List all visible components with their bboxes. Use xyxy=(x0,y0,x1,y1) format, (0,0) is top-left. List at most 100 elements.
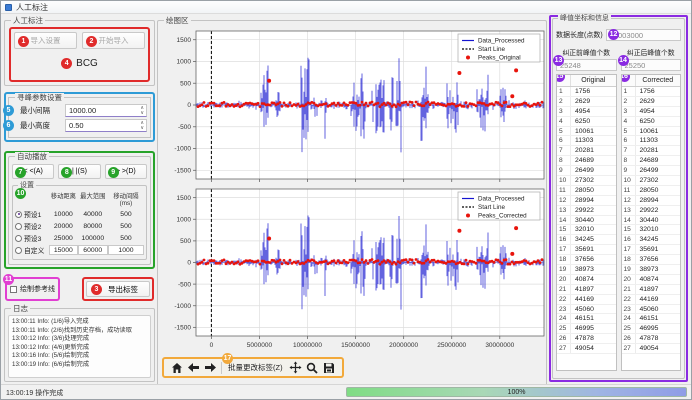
table-row[interactable]: 1837656 xyxy=(557,255,616,265)
start-import-button[interactable]: 2 开始导入 xyxy=(82,32,145,49)
table-row[interactable]: 1634245 xyxy=(622,235,681,245)
step-back-button[interactable]: 7 < <(A) xyxy=(12,164,54,179)
table-row[interactable]: 22629 xyxy=(557,97,616,107)
table-row[interactable]: 1735691 xyxy=(622,245,681,255)
spin-down-icon[interactable]: ∨ xyxy=(140,126,144,131)
table-row[interactable]: 2141897 xyxy=(622,285,681,295)
table-row[interactable]: 720281 xyxy=(557,146,616,156)
table-row[interactable]: 1532010 xyxy=(557,225,616,235)
pan-icon[interactable] xyxy=(289,361,302,374)
preset-radio[interactable] xyxy=(15,235,22,242)
table-row[interactable]: 611303 xyxy=(622,136,681,146)
preset-custom-input[interactable]: 60000 xyxy=(78,245,108,255)
row-value: 26499 xyxy=(571,166,616,175)
table-row[interactable]: 34954 xyxy=(622,107,681,117)
reference-line-checkbox[interactable] xyxy=(10,286,17,293)
table-row[interactable]: 1938973 xyxy=(622,265,681,275)
table-row[interactable]: 1634245 xyxy=(557,235,616,245)
table-row[interactable]: 720281 xyxy=(622,146,681,156)
chart-top[interactable]: 150010005000-500-1000-1500Data_Processed… xyxy=(160,26,552,184)
table-row[interactable]: 1128050 xyxy=(557,186,616,196)
step-forward-button[interactable]: 9 > >(D) xyxy=(105,164,147,179)
forward-icon[interactable] xyxy=(204,361,217,374)
svg-text:0: 0 xyxy=(187,260,191,267)
table-row[interactable]: 1532010 xyxy=(622,225,681,235)
table-row[interactable]: 1430440 xyxy=(557,216,616,226)
home-icon[interactable] xyxy=(170,361,183,374)
table-row[interactable]: 926499 xyxy=(622,166,681,176)
table-row[interactable]: 2446151 xyxy=(557,314,616,324)
corrected-table[interactable]: 16 Corrected1175622629349544625051006161… xyxy=(621,74,682,371)
table-row[interactable]: 11756 xyxy=(622,87,681,97)
row-index: 18 xyxy=(622,255,636,264)
table-row[interactable]: 510061 xyxy=(557,127,616,137)
table-row[interactable]: 824689 xyxy=(622,156,681,166)
chart-bottom[interactable]: 150010005000-500-1000-150005000000100000… xyxy=(160,184,552,354)
spin-down-icon[interactable]: ∨ xyxy=(140,111,144,116)
table-row[interactable]: 926499 xyxy=(557,166,616,176)
table-row[interactable]: 2749054 xyxy=(557,344,616,354)
preset-radio[interactable] xyxy=(15,247,22,254)
table-row[interactable]: 2244169 xyxy=(557,295,616,305)
table-row[interactable]: 1228994 xyxy=(557,196,616,206)
table-row[interactable]: 11756 xyxy=(557,87,616,97)
table-row[interactable]: 1027302 xyxy=(557,176,616,186)
original-column: 纠正前峰值个数 13 25248 15 Original117562262934… xyxy=(556,47,617,371)
row-value: 30440 xyxy=(571,216,616,225)
pause-button[interactable]: 8 | |(S) xyxy=(58,164,100,179)
row-index: 4 xyxy=(622,117,636,126)
badge-2: 2 xyxy=(86,36,97,47)
preset-label: 预设3 xyxy=(24,233,41,243)
row-value: 6250 xyxy=(636,117,681,126)
export-labels-label: 导出标签 xyxy=(108,284,138,295)
batch-edit-labels-button[interactable]: 17 批量更改标签(Z) xyxy=(226,362,285,373)
log-line: 13:00:11 Info: (1/6)导入完成 xyxy=(12,318,147,327)
table-row[interactable]: 2647878 xyxy=(557,334,616,344)
table-row[interactable]: 1735691 xyxy=(557,245,616,255)
table-row[interactable]: 1027302 xyxy=(622,176,681,186)
svg-text:30000000: 30000000 xyxy=(485,342,514,349)
log-lines[interactable]: 13:00:11 Info: (1/6)导入完成13:00:11 Info: (… xyxy=(8,315,151,378)
table-row[interactable]: 1329922 xyxy=(557,206,616,216)
table-row[interactable]: 1430440 xyxy=(622,216,681,226)
preset-custom-input[interactable]: 1000 xyxy=(108,245,144,255)
min-interval-spinbox[interactable]: 1000.00 ∧∨ xyxy=(65,104,147,117)
table-row[interactable]: 2546995 xyxy=(557,324,616,334)
table-row[interactable]: 1128050 xyxy=(622,186,681,196)
table-row[interactable]: 2345060 xyxy=(557,305,616,315)
table-row[interactable]: 510061 xyxy=(622,127,681,137)
min-height-spinbox[interactable]: 0.50 ∧∨ xyxy=(65,119,147,132)
preset-radio[interactable] xyxy=(15,223,22,230)
step-back-label: < <(A) xyxy=(23,168,42,175)
table-row[interactable]: 2244169 xyxy=(622,295,681,305)
preset-radio[interactable] xyxy=(15,211,22,218)
table-row[interactable]: 2040874 xyxy=(557,275,616,285)
row-index: 19 xyxy=(622,265,636,274)
table-row[interactable]: 34954 xyxy=(557,107,616,117)
table-row[interactable]: 2749054 xyxy=(622,344,681,354)
step-forward-label: > >(D) xyxy=(116,168,136,175)
table-row[interactable]: 2040874 xyxy=(622,275,681,285)
table-row[interactable]: 1228994 xyxy=(622,196,681,206)
table-row[interactable]: 46250 xyxy=(622,117,681,127)
table-row[interactable]: 22629 xyxy=(622,97,681,107)
back-icon[interactable] xyxy=(187,361,200,374)
table-row[interactable]: 824689 xyxy=(557,156,616,166)
table-row[interactable]: 2141897 xyxy=(557,285,616,295)
export-labels-button[interactable]: 3 导出标签 xyxy=(86,281,150,297)
original-table[interactable]: 15 Original11756226293495446250510061611… xyxy=(556,74,617,371)
table-row[interactable]: 2446151 xyxy=(622,314,681,324)
table-row[interactable]: 2647878 xyxy=(622,334,681,344)
import-settings-button[interactable]: 1 导入设置 xyxy=(14,32,77,49)
preset-custom-input[interactable]: 15000 xyxy=(49,245,78,255)
table-row[interactable]: 1837656 xyxy=(622,255,681,265)
table-row[interactable]: 611303 xyxy=(557,136,616,146)
table-row[interactable]: 1938973 xyxy=(557,265,616,275)
zoom-icon[interactable] xyxy=(306,361,319,374)
save-icon[interactable] xyxy=(323,361,336,374)
table-row[interactable]: 2546995 xyxy=(622,324,681,334)
table-row[interactable]: 2345060 xyxy=(622,305,681,315)
table-row[interactable]: 1329922 xyxy=(622,206,681,216)
row-index: 23 xyxy=(622,305,636,314)
table-row[interactable]: 46250 xyxy=(557,117,616,127)
